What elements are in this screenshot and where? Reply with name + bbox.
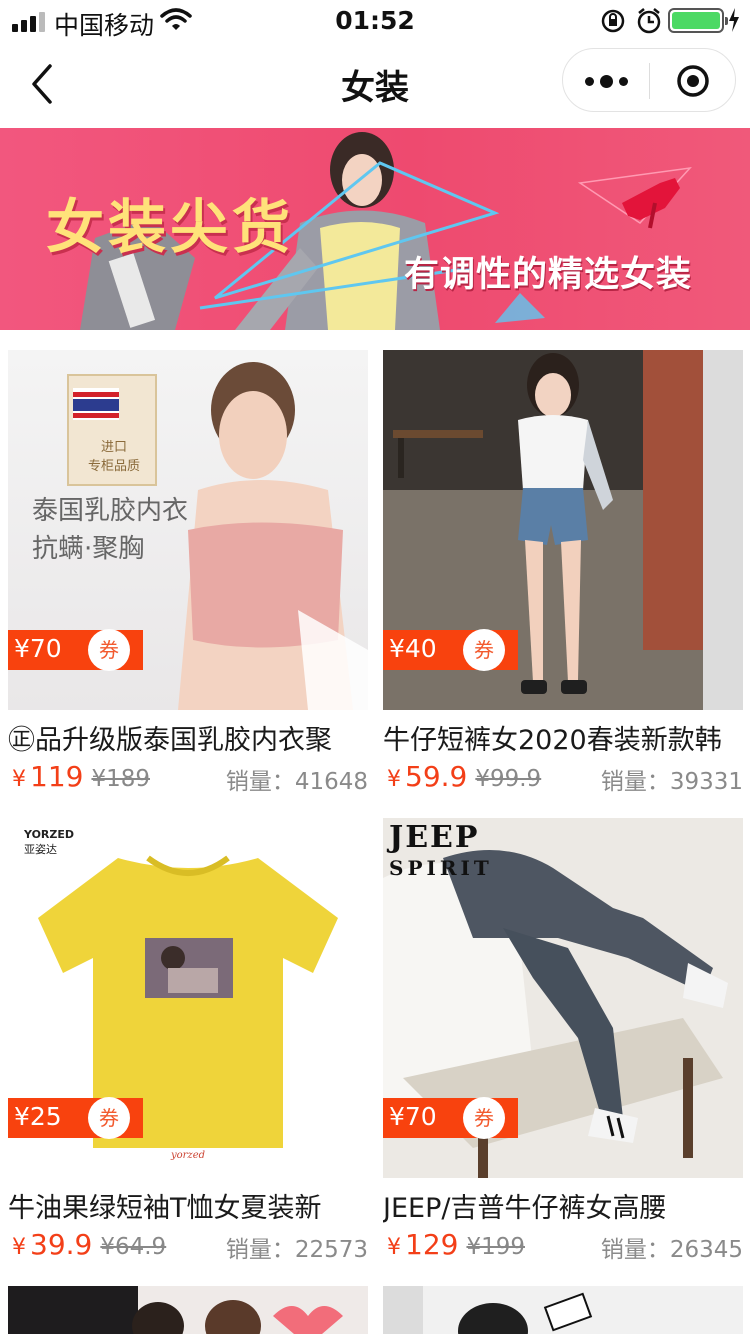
promo-banner[interactable]: 女装尖货 有调性的精选女装	[0, 128, 750, 330]
coupon-badge: 券	[463, 1097, 505, 1139]
product-title: 牛油果绿短袖T恤女夏装新	[8, 1193, 322, 1224]
image-headline: 泰国乳胶内衣	[32, 496, 189, 526]
more-dots-icon	[584, 76, 594, 86]
image-subline: 抗螨·聚胸	[32, 534, 145, 564]
original-price: ¥64.9	[100, 1234, 167, 1260]
coupon-badge: 券	[463, 629, 505, 671]
product-title: ㊣品升级版泰国乳胶内衣聚	[8, 725, 332, 756]
sales-count: 销量：39331	[600, 769, 743, 795]
current-price: ¥39.9 ¥64.9	[12, 1228, 167, 1261]
current-price: ¥59.9 ¥99.9	[387, 760, 542, 793]
coupon-badge: 券	[88, 1097, 130, 1139]
image-badge-text: 进口 专柜品质	[87, 440, 140, 474]
original-price: ¥99.9	[475, 766, 542, 792]
product-photo-partial	[383, 1286, 593, 1334]
brand-logo-jeep: JEEP	[389, 820, 480, 855]
charging-icon	[729, 8, 739, 32]
product-card[interactable]: 进口 专柜品质 泰国乳胶内衣 抗螨·聚胸 ¥70 券 ㊣品升级版泰国乳胶内衣聚 …	[8, 350, 368, 810]
coupon-price: ¥70	[389, 1102, 437, 1131]
close-mini-program-button[interactable]	[650, 49, 736, 113]
svg-text:yorzed: yorzed	[170, 1150, 205, 1161]
coupon-price: ¥40	[389, 634, 437, 663]
brand-logo-spirit: SPIRIT	[389, 856, 493, 880]
banner-subtitle: 有调性的精选女装	[404, 255, 693, 295]
battery-icon	[668, 8, 728, 33]
current-price: ¥119 ¥189	[12, 760, 150, 793]
coupon-tag: ¥70 券	[383, 1097, 518, 1139]
coupon-badge: 券	[88, 629, 130, 671]
product-card[interactable]: JEEP SPIRIT ¥70 券 JEEP/吉普牛仔裤女高腰 ¥129 ¥199…	[383, 818, 743, 1278]
brand-logo-text: YORZED	[24, 828, 75, 841]
rotation-lock-icon	[601, 9, 625, 33]
coupon-price: ¥70	[14, 634, 62, 663]
price-row: ¥39.9 ¥64.9 销量：22573	[8, 1228, 368, 1268]
sales-count: 销量：26345	[600, 1237, 743, 1263]
price-row: ¥59.9 ¥99.9 销量：39331	[383, 760, 743, 800]
product-title: 牛仔短裤女2020春装新款韩	[383, 725, 722, 756]
coupon-tag: ¥70 券	[8, 629, 143, 671]
sales-count: 销量：22573	[225, 1237, 368, 1263]
price-row: ¥129 ¥199 销量：26345	[383, 1228, 743, 1268]
product-title: JEEP/吉普牛仔裤女高腰	[383, 1193, 667, 1224]
banner-title: 女装尖货	[46, 193, 295, 261]
original-price: ¥189	[91, 766, 150, 792]
more-button[interactable]	[563, 49, 649, 113]
sales-count: 销量：41648	[225, 769, 368, 795]
current-price: ¥129 ¥199	[387, 1228, 525, 1261]
target-close-icon	[677, 65, 709, 97]
product-image	[383, 1286, 743, 1334]
coupon-tag: ¥25 券	[8, 1097, 143, 1139]
mini-program-capsule	[562, 48, 736, 112]
price-row: ¥119 ¥189 销量：41648	[8, 760, 368, 800]
product-image	[8, 1286, 368, 1334]
coupon-price: ¥25	[14, 1102, 62, 1131]
product-card[interactable]: ¥40 券 牛仔短裤女2020春装新款韩 ¥59.9 ¥99.9 销量：39331	[383, 350, 743, 810]
alarm-icon	[637, 8, 661, 34]
original-price: ¥199	[466, 1234, 525, 1260]
status-bar: 中国移动 01:52	[0, 0, 750, 40]
product-photo-partial	[8, 1286, 343, 1334]
navigation-bar: 女装	[0, 40, 750, 128]
product-card[interactable]	[383, 1286, 743, 1334]
coupon-tag: ¥40 券	[383, 629, 518, 671]
brand-logo-text-cn: 亚姿达	[24, 843, 57, 856]
product-card[interactable]	[8, 1286, 368, 1334]
product-card[interactable]: yorzed YORZED 亚姿达 ¥25 券 牛油果绿短袖T恤女夏装新 ¥39…	[8, 818, 368, 1278]
